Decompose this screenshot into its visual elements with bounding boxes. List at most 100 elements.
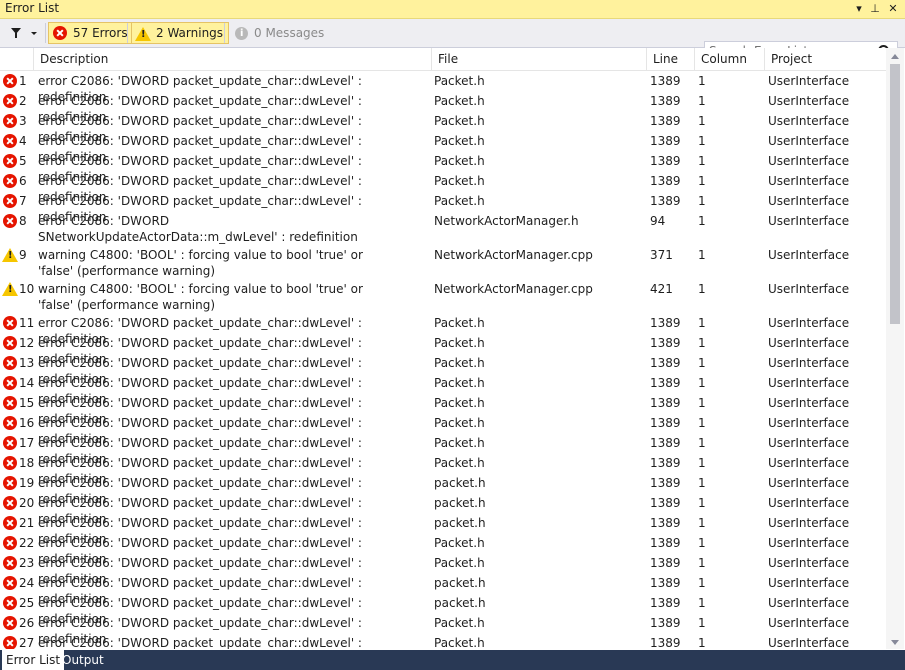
table-row[interactable]: 5 error C2086: 'DWORD packet_update_char:… [0, 151, 886, 184]
row-file: packet.h [434, 576, 486, 590]
row-column: 1 [698, 576, 706, 590]
table-row[interactable]: 17 error C2086: 'DWORD packet_update_char… [0, 433, 886, 466]
table-row[interactable]: 14 error C2086: 'DWORD packet_update_char… [0, 373, 886, 406]
row-project: UserInterface [768, 356, 850, 370]
row-line: 1389 [650, 616, 681, 630]
table-row[interactable]: 26 error C2086: 'DWORD packet_update_char… [0, 613, 886, 646]
error-icon [3, 516, 17, 530]
scroll-down-icon[interactable] [891, 640, 899, 645]
row-line: 1389 [650, 396, 681, 410]
table-row[interactable]: 7 error C2086: 'DWORD packet_update_char:… [0, 191, 886, 224]
table-row[interactable]: 3 error C2086: 'DWORD packet_update_char:… [0, 111, 886, 144]
table-row[interactable]: 15 error C2086: 'DWORD packet_update_char… [0, 393, 886, 426]
filter-icon-stem [15, 33, 17, 38]
table-row[interactable]: ! 9 warning C4800: 'BOOL' : forcing value … [0, 245, 886, 279]
row-file: Packet.h [434, 336, 485, 350]
error-icon [3, 94, 17, 108]
row-number: 9 [19, 248, 27, 262]
row-number: 4 [19, 134, 27, 148]
row-description: warning C4800: 'BOOL' : forcing value to… [38, 282, 363, 312]
tab-error-list[interactable]: Error List [2, 650, 65, 670]
row-number: 19 [19, 476, 35, 490]
messages-filter-toggle[interactable]: i 0 Messages [230, 22, 330, 44]
table-row[interactable]: 22 error C2086: 'DWORD packet_update_char… [0, 533, 886, 566]
scrollbar-thumb[interactable] [890, 64, 900, 324]
table-row[interactable]: ! 10 warning C4800: 'BOOL' : forcing value… [0, 279, 886, 313]
row-column: 1 [698, 114, 706, 128]
row-number: 20 [19, 496, 35, 510]
row-number: 18 [19, 456, 35, 470]
table-row[interactable]: 25 error C2086: 'DWORD packet_update_char… [0, 593, 886, 626]
row-number: 17 [19, 436, 35, 450]
column-header-row: Description File Line Column Project [0, 48, 886, 71]
row-file: packet.h [434, 516, 486, 530]
column-header-description[interactable]: Description [34, 48, 432, 70]
table-row[interactable]: 11 error C2086: 'DWORD packet_update_char… [0, 313, 886, 346]
close-icon[interactable]: ✕ [886, 0, 900, 18]
row-file: Packet.h [434, 134, 485, 148]
row-file: Packet.h [434, 174, 485, 188]
warning-icon: ! [2, 282, 18, 296]
table-row[interactable]: 20 error C2086: 'DWORD packet_update_char… [0, 493, 886, 526]
row-project: UserInterface [768, 376, 850, 390]
table-row[interactable]: 2 error C2086: 'DWORD packet_update_char:… [0, 91, 886, 124]
row-file: Packet.h [434, 194, 485, 208]
row-column: 1 [698, 134, 706, 148]
row-number: 8 [19, 214, 27, 228]
table-row[interactable]: 27 error C2086: 'DWORD packet_update_char… [0, 633, 886, 649]
table-row[interactable]: 6 error C2086: 'DWORD packet_update_char:… [0, 171, 886, 204]
row-file: Packet.h [434, 536, 485, 550]
row-column: 1 [698, 596, 706, 610]
row-line: 1389 [650, 416, 681, 430]
toolbar-divider [224, 23, 225, 43]
column-header-line[interactable]: Line [647, 48, 695, 70]
row-project: UserInterface [768, 134, 850, 148]
row-column: 1 [698, 194, 706, 208]
table-row[interactable]: 24 error C2086: 'DWORD packet_update_char… [0, 573, 886, 606]
table-row[interactable]: 19 error C2086: 'DWORD packet_update_char… [0, 473, 886, 506]
table-row[interactable]: 21 error C2086: 'DWORD packet_update_char… [0, 513, 886, 546]
warning-icon: ! [135, 26, 151, 41]
warnings-filter-toggle[interactable]: ! 2 Warnings [131, 22, 230, 44]
row-line: 1389 [650, 556, 681, 570]
row-number: 16 [19, 416, 35, 430]
row-column: 1 [698, 516, 706, 530]
error-list-toolbar: 57 Errors ! 2 Warnings i 0 Messages Sear… [0, 19, 905, 61]
row-column: 1 [698, 316, 706, 330]
row-line: 1389 [650, 576, 681, 590]
column-header-project[interactable]: Project [765, 48, 886, 70]
table-row[interactable]: 1 error C2086: 'DWORD packet_update_char:… [0, 71, 886, 104]
row-description: error C2086: 'DWORD packet_update_char::… [38, 636, 362, 649]
table-row[interactable]: 23 error C2086: 'DWORD packet_update_char… [0, 553, 886, 586]
messages-filter-label: 0 Messages [254, 26, 325, 40]
column-header-file[interactable]: File [432, 48, 647, 70]
column-header-icon[interactable] [0, 48, 34, 70]
row-line: 1389 [650, 194, 681, 208]
table-row[interactable]: 12 error C2086: 'DWORD packet_update_char… [0, 333, 886, 366]
error-icon [3, 134, 17, 148]
table-row[interactable]: 18 error C2086: 'DWORD packet_update_char… [0, 453, 886, 486]
error-icon [3, 576, 17, 590]
vertical-scrollbar[interactable] [886, 48, 904, 649]
window-position-dropdown-icon[interactable]: ▾ [852, 0, 866, 18]
table-row[interactable]: 16 error C2086: 'DWORD packet_update_char… [0, 413, 886, 446]
pin-icon[interactable]: ⊥ [868, 0, 882, 18]
column-header-column[interactable]: Column [695, 48, 765, 70]
row-project: UserInterface [768, 114, 850, 128]
row-file: NetworkActorManager.cpp [434, 248, 593, 262]
row-file: packet.h [434, 496, 486, 510]
row-file: Packet.h [434, 376, 485, 390]
row-column: 1 [698, 282, 706, 296]
table-row[interactable]: 13 error C2086: 'DWORD packet_update_char… [0, 353, 886, 386]
filter-dropdown-button[interactable] [4, 23, 42, 43]
errors-filter-toggle[interactable]: 57 Errors [48, 22, 134, 44]
row-project: UserInterface [768, 636, 850, 649]
row-number: 13 [19, 356, 35, 370]
window-title: Error List [5, 1, 60, 15]
tab-output[interactable]: Output [58, 650, 108, 670]
table-row[interactable]: 4 error C2086: 'DWORD packet_update_char:… [0, 131, 886, 164]
row-number: 7 [19, 194, 27, 208]
table-row[interactable]: 8 error C2086: 'DWORD SNetworkUpdateActor… [0, 211, 886, 245]
scroll-up-icon[interactable] [891, 54, 899, 59]
row-line: 1389 [650, 536, 681, 550]
